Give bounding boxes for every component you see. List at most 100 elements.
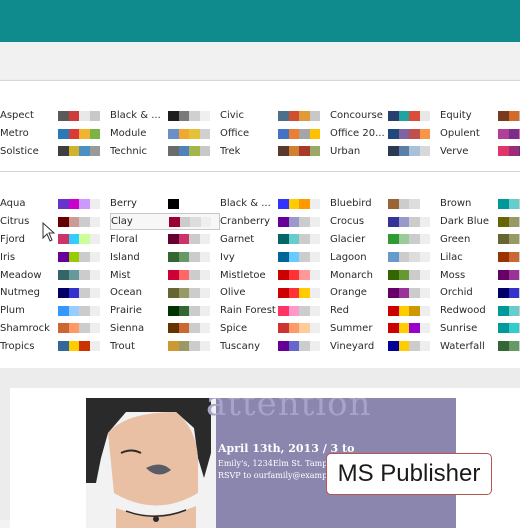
color-swatch [508, 270, 519, 281]
color-scheme-item[interactable]: Waterfall [440, 338, 520, 355]
color-swatch [398, 128, 409, 139]
color-swatch [388, 270, 399, 281]
color-scheme-item[interactable]: Ocean [110, 284, 220, 301]
color-swatch-strip [278, 287, 320, 298]
color-scheme-item[interactable]: Office 20... [330, 125, 440, 142]
color-scheme-item[interactable]: Module [110, 125, 220, 142]
color-scheme-item[interactable]: Aqua [0, 195, 110, 212]
color-scheme-item[interactable]: Meadow [0, 267, 110, 284]
color-scheme-item[interactable]: Black & ... [110, 107, 220, 124]
custom-schemes-grid: Aqua Berry Black & ... Bluebird Brown Citrus C… [0, 195, 520, 355]
color-scheme-name: Aspect [0, 110, 34, 122]
color-scheme-item[interactable]: Prairie [110, 302, 220, 319]
color-scheme-item[interactable]: Verve [440, 143, 520, 160]
color-swatch [199, 146, 210, 157]
color-swatch [79, 110, 90, 121]
color-swatch [309, 128, 320, 139]
color-scheme-item[interactable]: Green [440, 231, 520, 248]
color-scheme-item[interactable]: Spice [220, 320, 330, 337]
color-scheme-item[interactable]: Bluebird [330, 195, 440, 212]
color-scheme-item[interactable]: Tropics [0, 338, 110, 355]
color-swatch-strip [168, 305, 210, 316]
color-scheme-item[interactable]: Cranberry [220, 213, 330, 230]
color-scheme-item[interactable]: Vineyard [330, 338, 440, 355]
color-scheme-item[interactable]: Glacier [330, 231, 440, 248]
color-scheme-item[interactable]: Technic [110, 143, 220, 160]
color-scheme-item[interactable]: Orange [330, 284, 440, 301]
color-scheme-item[interactable]: Clay [110, 213, 220, 231]
color-swatch [278, 287, 289, 298]
color-scheme-item[interactable]: Shamrock [0, 320, 110, 337]
color-scheme-item[interactable]: Rain Forest [220, 302, 330, 319]
color-scheme-item[interactable]: Island [110, 249, 220, 266]
color-swatch [398, 252, 409, 263]
color-scheme-item[interactable]: Office [220, 125, 330, 142]
color-swatch [409, 270, 420, 281]
color-scheme-item[interactable]: Dark Blue [440, 213, 520, 230]
color-scheme-name: Brown [440, 198, 472, 210]
color-swatch [68, 305, 79, 316]
color-scheme-item[interactable]: Garnet [220, 231, 330, 248]
color-swatch [419, 270, 430, 281]
color-swatch-strip [168, 198, 210, 209]
color-scheme-item[interactable]: Floral [110, 231, 220, 248]
color-scheme-item[interactable]: Summer [330, 320, 440, 337]
color-scheme-item[interactable]: Iris [0, 249, 110, 266]
color-scheme-item[interactable]: Sunrise [440, 320, 520, 337]
color-scheme-item[interactable]: Redwood [440, 302, 520, 319]
character-illustration-icon [86, 398, 216, 528]
color-swatch [178, 270, 189, 281]
color-swatch [498, 270, 509, 281]
color-scheme-item[interactable]: Civic [220, 107, 330, 124]
color-scheme-item[interactable]: Crocus [330, 213, 440, 230]
color-scheme-item[interactable]: Aspect [0, 107, 110, 124]
color-scheme-item[interactable]: Lilac [440, 249, 520, 266]
color-scheme-item[interactable]: Olive [220, 284, 330, 301]
color-swatch-strip [388, 341, 430, 352]
color-swatch-strip [388, 216, 430, 227]
color-swatch-strip [388, 305, 430, 316]
color-swatch-strip [169, 216, 211, 227]
color-scheme-item[interactable]: Orchid [440, 284, 520, 301]
color-scheme-item[interactable]: Monarch [330, 267, 440, 284]
color-swatch-strip [168, 323, 210, 334]
color-swatch [190, 216, 201, 227]
color-swatch [58, 110, 69, 121]
color-scheme-item[interactable]: Solstice [0, 143, 110, 160]
color-swatch-strip [58, 146, 100, 157]
color-scheme-item[interactable]: Trout [110, 338, 220, 355]
color-scheme-item[interactable]: Plum [0, 302, 110, 319]
color-scheme-item[interactable]: Black & ... [220, 195, 330, 212]
color-swatch-strip [58, 305, 100, 316]
color-swatch [89, 252, 100, 263]
color-scheme-item[interactable]: Brown [440, 195, 520, 212]
color-swatch [409, 146, 420, 157]
color-scheme-item[interactable]: Berry [110, 195, 220, 212]
color-scheme-item[interactable]: Ivy [220, 249, 330, 266]
color-scheme-item[interactable]: Nutmeg [0, 284, 110, 301]
color-scheme-name: Civic [220, 110, 244, 122]
color-scheme-item[interactable]: Opulent [440, 125, 520, 142]
color-swatch [168, 270, 179, 281]
color-swatch-strip [388, 270, 430, 281]
color-swatch [178, 110, 189, 121]
builtin-schemes-grid: Aspect Black & ... Civic Concourse Equity Met… [0, 107, 520, 160]
color-scheme-name: Ivy [220, 251, 235, 263]
color-scheme-item[interactable]: Concourse [330, 107, 440, 124]
color-scheme-item[interactable]: Moss [440, 267, 520, 284]
color-scheme-item[interactable]: Trek [220, 143, 330, 160]
color-scheme-item[interactable]: Red [330, 302, 440, 319]
color-scheme-name: Monarch [330, 269, 373, 281]
color-scheme-item[interactable]: Sienna [110, 320, 220, 337]
color-swatch-strip [58, 198, 100, 209]
color-scheme-item[interactable]: Tuscany [220, 338, 330, 355]
color-scheme-name: Lilac [440, 251, 463, 263]
color-scheme-item[interactable]: Mist [110, 267, 220, 284]
color-scheme-item[interactable]: Lagoon [330, 249, 440, 266]
color-scheme-item[interactable]: Equity [440, 107, 520, 124]
color-scheme-item[interactable]: Mistletoe [220, 267, 330, 284]
color-swatch [189, 323, 200, 334]
color-swatch [68, 341, 79, 352]
color-scheme-item[interactable]: Metro [0, 125, 110, 142]
color-scheme-item[interactable]: Urban [330, 143, 440, 160]
